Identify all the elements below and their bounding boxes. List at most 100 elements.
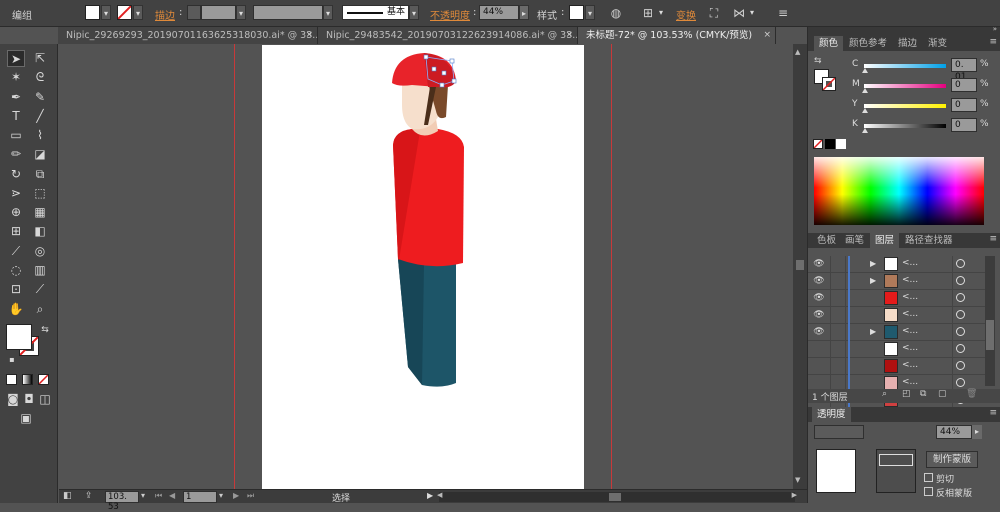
expand-triangle-icon[interactable]: ▶: [870, 259, 876, 268]
opacity-dropdown[interactable]: ▸: [519, 5, 529, 20]
target-circle-icon[interactable]: [956, 327, 965, 336]
align-icon[interactable]: ⊞: [640, 5, 656, 21]
stroke-label[interactable]: 描边: [155, 7, 175, 22]
opacity-dropdown-icon[interactable]: ▸: [972, 425, 982, 439]
visibility-eye-icon[interactable]: [812, 343, 826, 355]
none-color-chip[interactable]: [813, 139, 823, 149]
next-page-icon[interactable]: ▶: [233, 491, 239, 500]
stroke-weight-stepper[interactable]: [187, 5, 201, 20]
tab-gradient[interactable]: 渐变: [923, 36, 952, 51]
target-circle-icon[interactable]: [956, 259, 965, 268]
zoom-dropdown-icon[interactable]: ▾: [141, 491, 145, 500]
stroke-weight-dropdown[interactable]: ▾: [236, 5, 246, 20]
new-layer-icon[interactable]: ▢: [938, 389, 947, 399]
black-color-chip[interactable]: [825, 139, 835, 149]
perspective-grid-tool-icon[interactable]: ▦: [31, 204, 49, 221]
visibility-eye-icon[interactable]: 👁: [812, 309, 826, 321]
panel-menu-icon[interactable]: ≡: [989, 234, 997, 244]
hand-tool-icon[interactable]: ✋: [7, 301, 25, 318]
lock-toggle[interactable]: [830, 273, 846, 289]
panel-menu-icon[interactable]: ≡: [989, 408, 997, 418]
layer-row[interactable]: <...: [808, 358, 985, 375]
lasso-tool-icon[interactable]: ᘓ: [31, 69, 49, 86]
pen-tool-icon[interactable]: ✒: [7, 89, 25, 106]
paintbrush-tool-icon[interactable]: ⌇: [31, 127, 49, 144]
layers-scroll-thumb[interactable]: [986, 320, 994, 350]
tab-color[interactable]: 颜色: [814, 36, 844, 51]
variable-width-dropdown[interactable]: ▾: [323, 5, 333, 20]
layer-row[interactable]: 👁 <...: [808, 307, 985, 324]
brush-profile-dropdown[interactable]: ▾: [409, 5, 419, 20]
menu-icon[interactable]: ≡: [775, 5, 791, 21]
blend-tool-icon[interactable]: ◎: [31, 243, 49, 260]
character-illustration[interactable]: [262, 45, 584, 489]
target-circle-icon[interactable]: [956, 276, 965, 285]
yellow-slider-row[interactable]: Y 0 %: [808, 97, 1000, 115]
doc-tab-1[interactable]: Nipic_29269293_20190701163625318030.ai* …: [58, 27, 318, 44]
brush-profile-field[interactable]: 基本: [342, 5, 409, 20]
align-dropdown[interactable]: ▾: [656, 5, 666, 20]
black-slider-row[interactable]: K 0 %: [808, 117, 1000, 135]
target-circle-icon[interactable]: [956, 293, 965, 302]
collapse-icon[interactable]: »: [993, 25, 997, 33]
magic-wand-tool-icon[interactable]: ✶: [7, 69, 25, 86]
target-circle-icon[interactable]: [956, 378, 965, 387]
visibility-eye-icon[interactable]: 👁: [812, 326, 826, 338]
status-menu-icon[interactable]: ▶: [427, 491, 433, 500]
blend-mode-select[interactable]: [814, 425, 864, 439]
tab-swatches[interactable]: 色板: [812, 233, 841, 248]
direct-selection-tool-icon[interactable]: ⇱: [31, 50, 49, 67]
new-sublayer-icon[interactable]: ⧉: [920, 389, 926, 399]
transparency-opacity-field[interactable]: 44%: [936, 425, 972, 439]
scroll-left-icon[interactable]: ◀: [437, 491, 442, 499]
slider-knob-icon[interactable]: [862, 68, 868, 73]
lock-toggle[interactable]: [830, 358, 846, 374]
prev-page-icon[interactable]: ◀: [169, 491, 175, 500]
export-icon[interactable]: ⇪: [85, 491, 93, 501]
visibility-eye-icon[interactable]: 👁: [812, 275, 826, 287]
magenta-slider-row[interactable]: M 0 %: [808, 77, 1000, 95]
tab-brushes[interactable]: 画笔: [840, 233, 869, 248]
doc-tab-3[interactable]: 未标题-72* @ 103.53% (CMYK/预览) ×: [578, 27, 776, 44]
eyedropper-tool-icon[interactable]: ⟋: [7, 243, 25, 260]
lock-toggle[interactable]: [830, 290, 846, 306]
slider-knob-icon[interactable]: [862, 108, 868, 113]
panel-menu-icon[interactable]: ≡: [989, 37, 997, 47]
cyan-gradient-bar[interactable]: [864, 64, 946, 68]
visibility-eye-icon[interactable]: [812, 360, 826, 372]
zoom-field[interactable]: 103. 53: [105, 491, 139, 512]
pencil-tool-icon[interactable]: ✏: [7, 146, 25, 163]
target-circle-icon[interactable]: [956, 344, 965, 353]
rotate-tool-icon[interactable]: ↻: [7, 166, 25, 183]
expand-triangle-icon[interactable]: ▶: [870, 327, 876, 336]
layer-row[interactable]: 👁 ▶ <...: [808, 256, 985, 273]
target-circle-icon[interactable]: [956, 361, 965, 370]
last-page-icon[interactable]: ⏭: [247, 491, 254, 501]
style-swatch[interactable]: [569, 5, 584, 20]
recolor-icon[interactable]: ◍: [608, 5, 624, 21]
panel-dock-header[interactable]: »: [808, 25, 1000, 36]
shape-builder-tool-icon[interactable]: ⊕: [7, 204, 25, 221]
mesh-tool-icon[interactable]: ⊞: [7, 223, 25, 240]
mask-thumbnail[interactable]: [876, 449, 916, 493]
slider-knob-icon[interactable]: [862, 88, 868, 93]
selection-tool-icon[interactable]: ➤: [7, 50, 25, 67]
gradient-tool-icon[interactable]: ◧: [31, 223, 49, 240]
opacity-field[interactable]: 44%: [479, 5, 519, 20]
free-transform-tool-icon[interactable]: ⬚: [31, 185, 49, 202]
visibility-eye-icon[interactable]: 👁: [812, 292, 826, 304]
locate-object-icon[interactable]: ⌕: [882, 389, 887, 399]
arrange-dropdown[interactable]: ▾: [747, 5, 757, 20]
scroll-down-icon[interactable]: ▼: [795, 476, 800, 484]
delete-layer-icon[interactable]: 🗑: [966, 389, 977, 399]
lock-toggle[interactable]: [830, 341, 846, 357]
artboard-tool-icon[interactable]: ⊡: [7, 281, 25, 298]
line-tool-icon[interactable]: ╱: [31, 108, 49, 125]
lock-toggle[interactable]: [830, 324, 846, 340]
fill-dropdown[interactable]: ▾: [101, 5, 111, 20]
hscroll-thumb[interactable]: [609, 493, 621, 501]
screen-mode-icon[interactable]: ▣: [17, 410, 35, 427]
visibility-eye-icon[interactable]: 👁: [812, 258, 826, 270]
artboard-nav-icon[interactable]: ◧: [63, 491, 72, 501]
scale-tool-icon[interactable]: ⧉: [31, 166, 49, 183]
